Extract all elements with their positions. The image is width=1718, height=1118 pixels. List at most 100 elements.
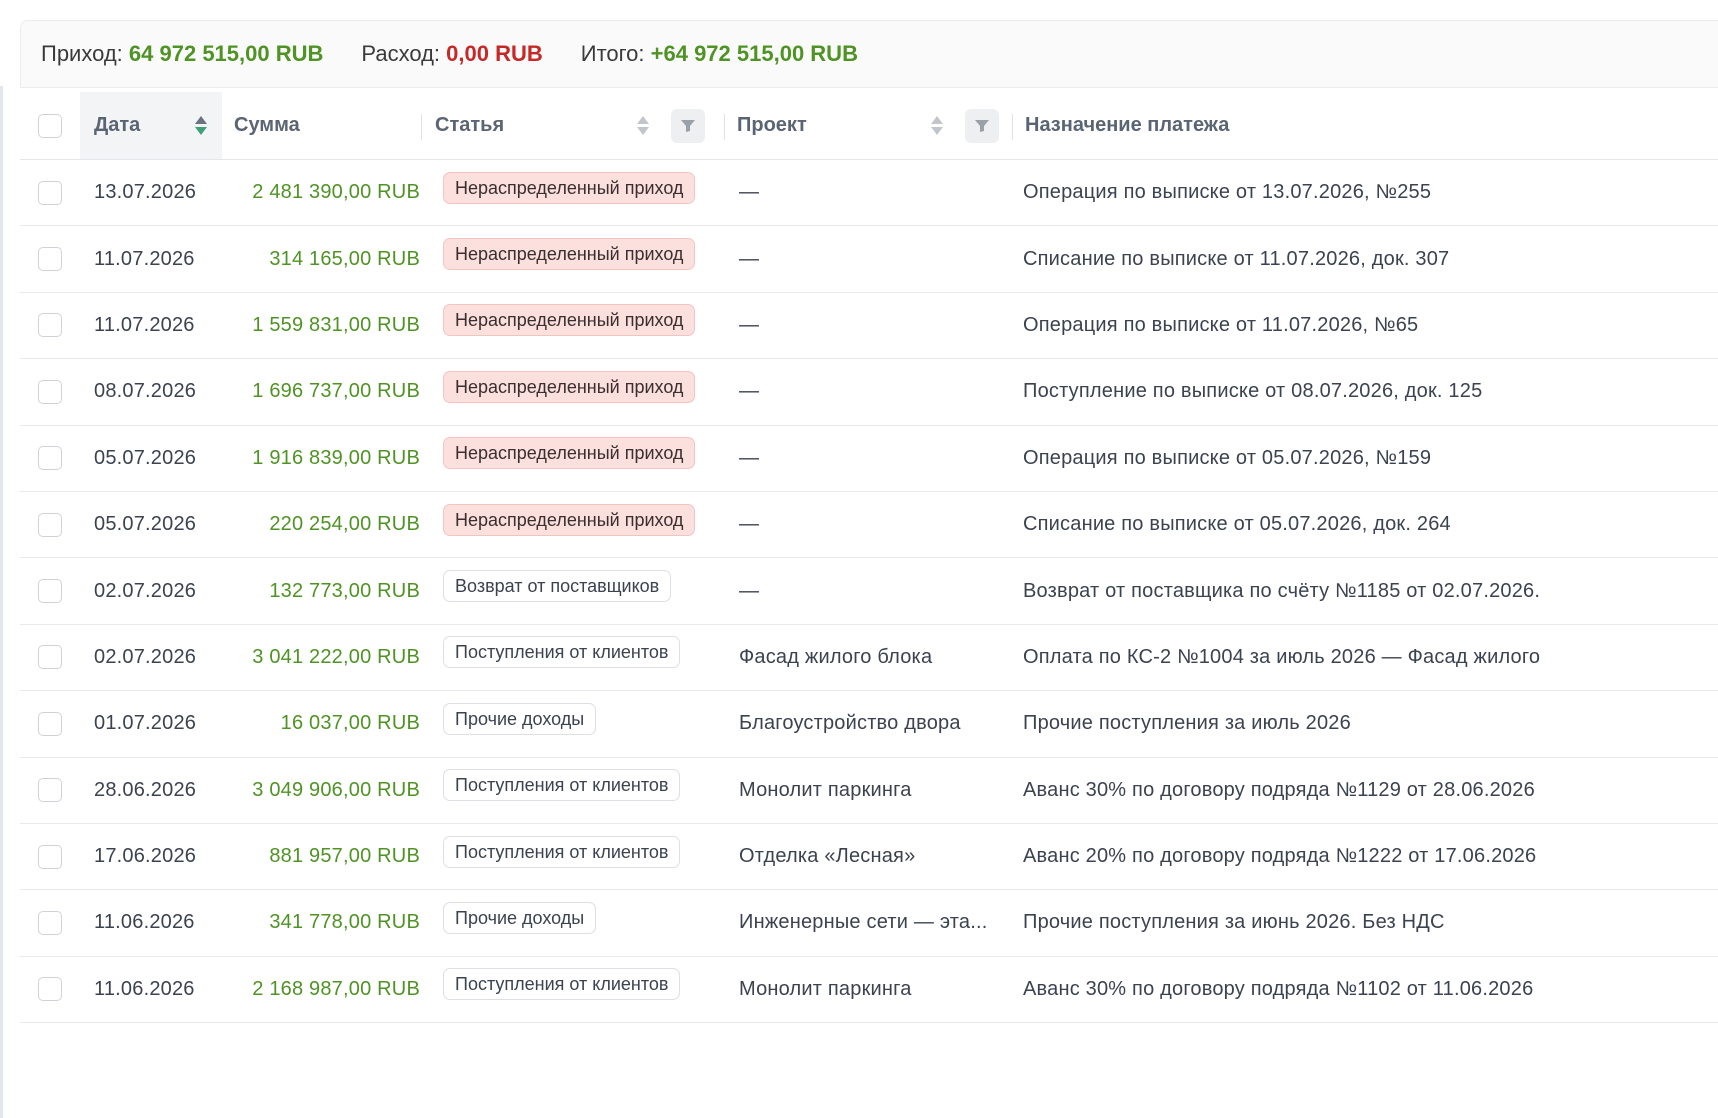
column-date-label: Дата [94,114,141,136]
column-date-header[interactable]: Дата [80,92,222,159]
row-checkbox[interactable] [38,379,62,404]
row-select-cell [20,977,80,1002]
article-tag[interactable]: Нераспределенный приход [443,238,696,271]
row-date: 11.06.2026 [94,977,195,1000]
row-article-cell: Возврат от поставщиков [422,570,725,607]
row-article-cell: Нераспределенный приход [422,171,725,209]
row-date: 02.07.2026 [94,579,197,602]
net-total: Итого: +64 972 515,00 RUB [581,41,858,67]
row-sum: 220 254,00 RUB [269,513,420,536]
row-sum: 16 037,00 RUB [280,712,420,735]
row-purpose: Возврат от поставщика по счёту №1185 от … [1023,579,1541,602]
article-tag[interactable]: Возврат от поставщиков [443,570,672,603]
table-row[interactable]: 01.07.2026 16 037,00 RUB Прочие доходы Благ… [20,691,1718,758]
sort-project-icon[interactable] [931,116,943,135]
row-project: Инженерные сети — эта... [739,911,988,934]
table-row[interactable]: 05.07.2026 220 254,00 RUB Нераспределенный… [20,492,1718,559]
income-total: Приход: 64 972 515,00 RUB [41,41,323,67]
row-checkbox[interactable] [38,313,62,338]
row-article-cell: Нераспределенный приход [422,370,725,408]
row-checkbox[interactable] [38,247,62,272]
article-tag[interactable]: Поступления от клиентов [443,636,681,669]
total-label: Итого: [580,41,645,66]
row-checkbox[interactable] [38,977,62,1002]
article-tag[interactable]: Поступления от клиентов [443,968,681,1001]
row-select-cell [20,778,80,803]
row-date: 11.06.2026 [94,911,195,934]
article-tag[interactable]: Прочие доходы [443,901,597,934]
column-article-label: Статья [435,114,505,136]
article-tag[interactable]: Нераспределенный приход [443,503,696,536]
row-select-cell [20,645,80,670]
row-article-cell: Поступления от клиентов [422,636,725,673]
row-checkbox[interactable] [38,711,62,736]
row-checkbox[interactable] [38,910,62,935]
table-row[interactable]: 11.06.2026 341 778,00 RUB Прочие доходы Инж… [20,890,1718,957]
row-select-cell [20,579,80,604]
row-project: — [739,181,760,204]
filter-article-icon[interactable] [671,108,705,143]
table-row[interactable]: 28.06.2026 3 049 906,00 RUB Поступления от… [20,758,1718,824]
article-tag[interactable]: Нераспределенный приход [443,171,696,204]
row-checkbox[interactable] [38,579,62,604]
article-tag[interactable]: Прочие доходы [443,702,597,735]
row-select-cell [20,313,80,338]
select-all-checkbox[interactable] [38,113,62,138]
sort-article-icon[interactable] [637,116,649,135]
row-checkbox[interactable] [38,512,62,537]
table-row[interactable]: 08.07.2026 1 696 737,00 RUB Нераспределенн… [20,359,1718,426]
row-project: Монолит паркинга [739,778,912,801]
row-purpose: Операция по выписке от 05.07.2026, №159 [1023,446,1432,469]
filter-project-icon[interactable] [965,108,999,143]
row-purpose: Аванс 30% по договору подряда №1102 от 1… [1023,977,1534,1000]
payments-panel: Приход: 64 972 515,00 RUB Расход: 0,00 R… [20,20,1718,1118]
column-project-label: Проект [737,114,807,136]
table-row[interactable]: 13.07.2026 2 481 390,00 RUB Нераспределенн… [20,160,1718,227]
row-select-cell [20,180,80,205]
row-checkbox[interactable] [38,778,62,803]
row-date: 11.07.2026 [94,313,195,336]
row-project: — [739,247,760,270]
table-row[interactable]: 02.07.2026 132 773,00 RUB Возврат от поста… [20,558,1718,625]
table-row[interactable]: 11.07.2026 314 165,00 RUB Нераспределенный… [20,226,1718,293]
table-row[interactable]: 05.07.2026 1 916 839,00 RUB Нераспределенн… [20,426,1718,492]
select-all-cell [20,113,80,138]
column-purpose-header[interactable]: Назначение платежа [1013,92,1718,159]
article-tag[interactable]: Поступления от клиентов [443,769,681,802]
income-label: Приход: [41,41,123,66]
row-select-cell [20,247,80,272]
table-row[interactable]: 11.07.2026 1 559 831,00 RUB Нераспределенн… [20,293,1718,360]
article-tag[interactable]: Поступления от клиентов [443,835,681,868]
row-project: Фасад жилого блока [739,645,933,668]
row-project: — [739,313,760,336]
sort-date-icon[interactable] [195,116,207,135]
row-sum: 314 165,00 RUB [269,247,420,270]
row-purpose: Прочие поступления за июнь 2026. Без НДС [1023,911,1445,934]
row-sum: 1 559 831,00 RUB [252,313,420,336]
row-article-cell: Нераспределенный приход [422,304,725,341]
row-checkbox[interactable] [38,446,62,471]
row-purpose: Прочие поступления за июль 2026 [1023,712,1351,735]
row-purpose: Операция по выписке от 13.07.2026, №255 [1023,181,1432,204]
article-tag[interactable]: Нераспределенный приход [443,370,696,403]
table-row[interactable]: 02.07.2026 3 041 222,00 RUB Поступления от… [20,625,1718,692]
article-tag[interactable]: Нераспределенный приход [443,437,696,470]
row-article-cell: Поступления от клиентов [422,769,725,806]
row-purpose: Оплата по КС-2 №1004 за июль 2026 — Фаса… [1023,645,1541,668]
left-panel-border [0,86,3,1118]
row-purpose: Списание по выписке от 05.07.2026, док. … [1023,513,1451,536]
expense-value: 0,00 RUB [446,41,543,66]
column-article-header[interactable]: Статья [422,92,725,159]
row-article-cell: Нераспределенный приход [422,503,725,541]
row-sum: 2 168 987,00 RUB [252,977,420,1000]
article-tag[interactable]: Нераспределенный приход [443,304,696,337]
row-checkbox[interactable] [38,645,62,670]
table-row[interactable]: 17.06.2026 881 957,00 RUB Поступления от к… [20,824,1718,891]
row-sum: 1 696 737,00 RUB [252,380,420,403]
table-row[interactable]: 11.06.2026 2 168 987,00 RUB Поступления от… [20,957,1718,1024]
column-project-header[interactable]: Проект [725,92,1013,159]
column-sum-header[interactable]: Сумма [222,92,422,159]
expense-label: Расход: [361,41,441,66]
row-checkbox[interactable] [38,180,62,205]
row-checkbox[interactable] [38,844,62,869]
